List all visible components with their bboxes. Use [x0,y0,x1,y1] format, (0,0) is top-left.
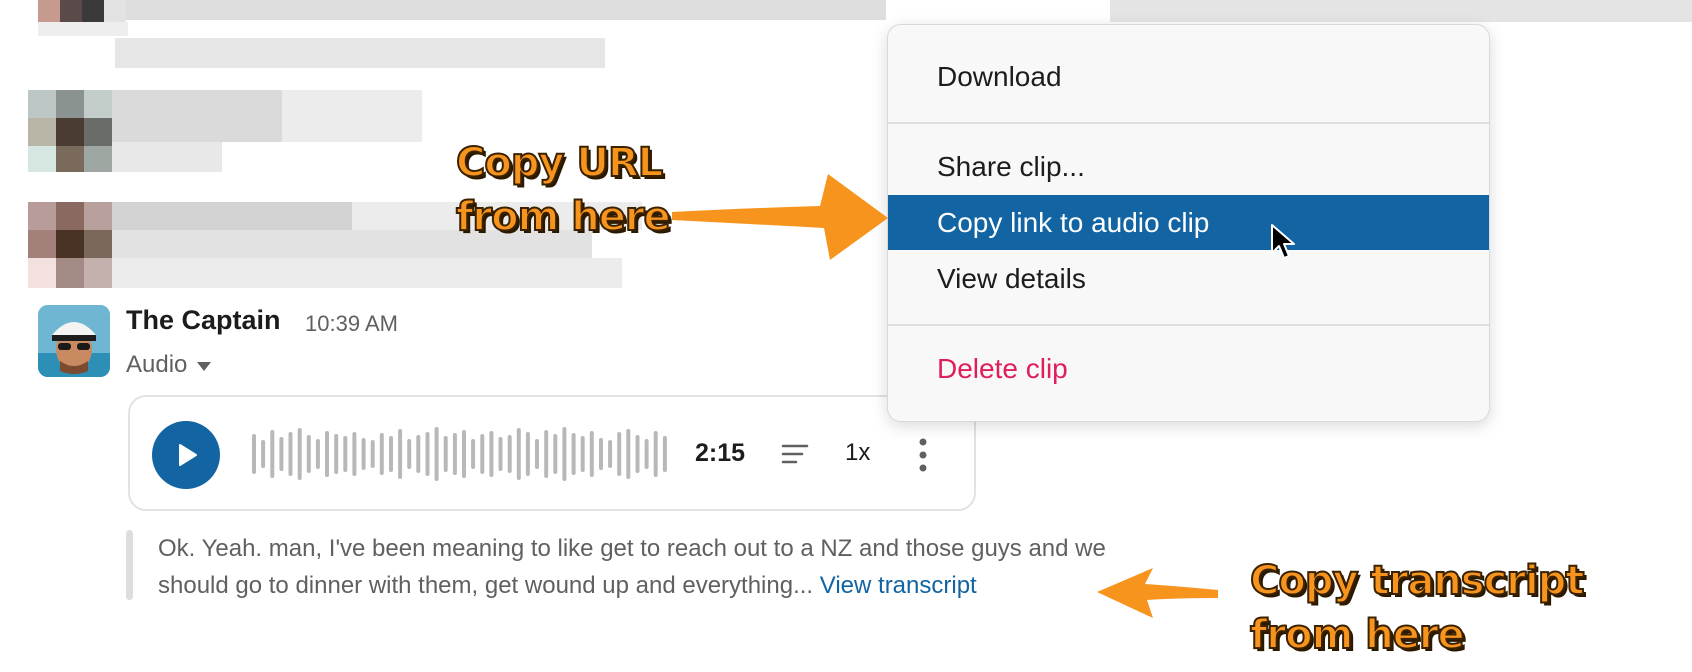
message-author[interactable]: The Captain [126,305,281,336]
waveform-bar [562,427,567,481]
waveform-bar [589,431,594,477]
message-timestamp[interactable]: 10:39 AM [305,311,398,337]
menu-item-view-details[interactable]: View details [888,251,1489,306]
audio-player: 2:15 1x [128,395,976,511]
view-transcript-link[interactable]: View transcript [820,572,977,599]
waveform-bar [535,439,539,469]
waveform-bar [480,434,485,474]
waveform-bar [288,432,293,476]
waveform-bar [516,428,521,480]
waveform-bar [407,439,412,469]
vertical-ellipsis-icon [919,438,927,472]
annotation-copy-transcript: Copy transcript from here [1249,554,1585,662]
menu-item-share-clip[interactable]: Share clip... [888,139,1489,194]
waveform-bar [498,437,503,471]
waveform-bar [315,439,320,469]
waveform-bar [370,440,375,468]
waveform-bar [662,436,667,472]
annotation-copy-url-line1: Copy URL [455,139,664,187]
menu-item-copy-link[interactable]: Copy link to audio clip [888,195,1489,250]
waveform-bar [452,433,457,475]
waveform-bar [580,436,585,472]
waveform-bar [261,440,266,468]
menu-separator [888,324,1489,326]
waveform-bar [334,434,339,474]
waveform-bar [379,433,384,475]
audio-duration: 2:15 [695,439,746,467]
menu-item-download[interactable]: Download [888,49,1489,104]
menu-separator [888,122,1489,124]
waveform-bar [325,431,329,477]
waveform-bar [434,427,439,481]
waveform-bar [270,430,275,478]
waveform-bar [361,438,366,470]
waveform-bar [544,430,549,478]
waveform-bar [279,437,284,471]
annotation-copy-url-line2: from here [455,193,672,241]
more-actions-button[interactable] [908,435,938,475]
waveform-bar [635,435,640,473]
avatar[interactable] [38,305,110,377]
waveform-bar [507,435,512,473]
waveform-bar [343,436,348,472]
waveform-bar [297,428,302,480]
play-button[interactable] [152,421,220,489]
waveform-bar [398,429,403,479]
audio-clip-context-menu: Download Share clip... Copy link to audi… [887,24,1490,422]
arrow-right-icon [672,174,888,260]
waveform-bar [626,429,631,479]
mouse-pointer-icon [1271,224,1295,259]
waveform-bar [571,433,576,475]
annotation-copy-transcript-line2: from here [1249,611,1466,659]
waveform-bar [599,438,603,470]
audio-attachment-toggle[interactable]: Audio [126,351,212,379]
waveform-bar [617,432,622,476]
annotation-copy-transcript-line1: Copy transcript [1249,557,1585,605]
play-icon [179,444,197,466]
annotation-copy-url: Copy URL from here [455,136,672,244]
caret-down-icon [197,361,212,371]
waveform-bar [608,440,613,468]
playback-speed-button[interactable]: 1x [845,439,870,467]
waveform-bar [489,431,494,477]
waveform-bar [352,432,357,476]
waveform-bar [425,432,430,476]
audio-label: Audio [126,351,188,378]
transcript-button[interactable] [780,439,810,469]
waveform-bar [416,435,421,473]
waveform-bar [644,439,649,469]
waveform-bar [306,435,311,473]
waveform-bar [443,436,448,472]
waveform-bar [525,432,530,476]
waveform-bar [471,439,476,469]
waveform-bar [462,430,466,478]
arrow-left-icon [1097,568,1218,618]
waveform-bar [252,434,256,474]
menu-item-delete-clip[interactable]: Delete clip [888,341,1489,396]
audio-waveform[interactable] [251,423,671,485]
avatar-image [38,305,110,377]
waveform-bar [389,436,393,472]
waveform-bar [553,434,558,474]
transcript-preview: Ok. Yeah. man, I've been meaning to like… [158,530,1138,604]
waveform-bar [653,431,658,477]
text-lines-icon [781,444,809,464]
transcript-quote-bar [126,530,133,600]
